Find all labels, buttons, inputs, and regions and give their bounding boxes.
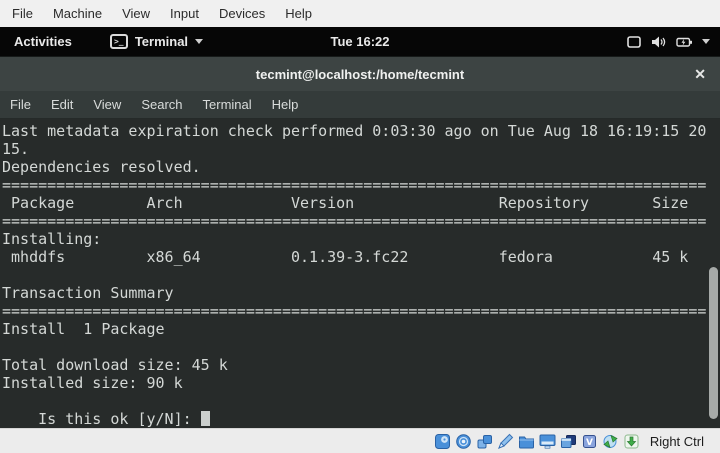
chevron-down-icon: [195, 39, 203, 44]
activities-button[interactable]: Activities: [14, 34, 72, 49]
terminal-line: [2, 266, 720, 284]
pencil-icon[interactable]: [497, 433, 514, 450]
text-cursor: [201, 411, 210, 426]
vbox-menu-input[interactable]: Input: [160, 0, 209, 27]
terminal-menubar: File Edit View Search Terminal Help: [0, 91, 720, 119]
terminal-titlebar[interactable]: tecmint@localhost:/home/tecmint ✕: [0, 56, 720, 91]
network-globe-icon[interactable]: [602, 433, 619, 450]
shared-folder-icon[interactable]: [518, 433, 535, 450]
battery-charging-icon: [676, 34, 693, 50]
prompt-text: Is this ok [y/N]:: [38, 410, 201, 428]
terminal-line: ========================================…: [2, 212, 720, 230]
terminal-line: Dependencies resolved.: [2, 158, 720, 176]
term-menu-view[interactable]: View: [83, 91, 131, 119]
terminal-line: Installing:: [2, 230, 720, 248]
terminal-line: ========================================…: [2, 176, 720, 194]
term-menu-help[interactable]: Help: [262, 91, 309, 119]
vbox-menu-view[interactable]: View: [112, 0, 160, 27]
system-status-area[interactable]: [626, 34, 710, 50]
vbox-statusbar: V Right Ctrl: [0, 428, 720, 453]
terminal-line: 15.: [2, 140, 720, 158]
clock-button[interactable]: Tue 16:22: [330, 34, 389, 49]
terminal-line: Last metadata expiration check performed…: [2, 122, 720, 140]
virtual-windows-icon[interactable]: [560, 433, 577, 450]
host-key-label: Right Ctrl: [650, 434, 704, 449]
vbox-menubar: File Machine View Input Devices Help: [0, 0, 720, 27]
terminal-line: Total download size: 45 k: [2, 356, 720, 374]
terminal-line: Install 1 Package: [2, 320, 720, 338]
app-menu-button[interactable]: >_ Terminal: [110, 34, 203, 49]
term-menu-search[interactable]: Search: [131, 91, 192, 119]
terminal-app-icon: >_: [110, 34, 128, 49]
features-chip-icon[interactable]: V: [581, 433, 598, 450]
gnome-top-bar: Activities >_ Terminal Tue 16:22: [0, 27, 720, 56]
term-menu-terminal[interactable]: Terminal: [193, 91, 262, 119]
terminal-line: Package Arch Version Repository Size: [2, 194, 720, 212]
vbox-menu-devices[interactable]: Devices: [209, 0, 275, 27]
hard-disk-icon[interactable]: [434, 433, 451, 450]
vbox-menu-file[interactable]: File: [2, 0, 43, 27]
terminal-line: Installed size: 90 k: [2, 374, 720, 392]
chevron-down-icon: [702, 39, 710, 44]
terminal-line: ========================================…: [2, 302, 720, 320]
terminal-line: mhddfs x86_64 0.1.39-3.fc22 fedora 45 k: [2, 248, 720, 266]
network-adapters-icon[interactable]: [476, 433, 493, 450]
vbox-menu-machine[interactable]: Machine: [43, 0, 112, 27]
display-icon[interactable]: [539, 433, 556, 450]
svg-text:V: V: [586, 438, 593, 448]
download-arrow-icon[interactable]: [623, 433, 640, 450]
app-menu-label: Terminal: [135, 34, 188, 49]
scrollbar-thumb[interactable]: [709, 267, 718, 419]
terminal-line: Transaction Summary: [2, 284, 720, 302]
terminal-line: [2, 338, 720, 356]
term-menu-file[interactable]: File: [0, 91, 41, 119]
vbox-menu-help[interactable]: Help: [275, 0, 322, 27]
terminal-title: tecmint@localhost:/home/tecmint: [256, 67, 464, 82]
volume-icon: [651, 34, 667, 50]
close-button[interactable]: ✕: [694, 57, 706, 91]
term-menu-edit[interactable]: Edit: [41, 91, 83, 119]
terminal-output[interactable]: Last metadata expiration check performed…: [0, 119, 720, 428]
window-icon: [626, 34, 642, 50]
terminal-prompt-line: Is this ok [y/N]:: [2, 392, 720, 410]
optical-disc-icon[interactable]: [455, 433, 472, 450]
